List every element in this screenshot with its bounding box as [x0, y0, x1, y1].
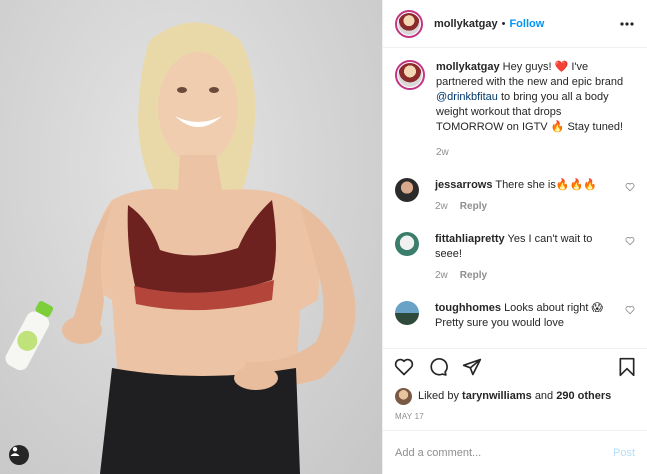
comment-text: fittahliapretty Yes I can't wait to seee…	[435, 232, 613, 262]
comment-heart-icon[interactable]	[625, 305, 635, 315]
photo-illustration	[5, 22, 356, 474]
comment-username[interactable]: fittahliapretty	[435, 233, 505, 245]
author-username[interactable]: mollykatgay	[434, 18, 498, 30]
reply-button[interactable]: Reply	[460, 201, 487, 212]
liker-avatar[interactable]	[395, 387, 412, 405]
caption-avatar[interactable]	[395, 60, 425, 90]
post-date[interactable]: MAY 17	[383, 408, 647, 430]
comments-section[interactable]: mollykatgay Hey guys! ❤️ I've partnered …	[383, 48, 647, 348]
comment-item: jessarrows There she is🔥🔥🔥 2w Reply	[395, 178, 635, 212]
caption-meta: 2w	[436, 147, 626, 158]
caption-text: mollykatgay Hey guys! ❤️ I've partnered …	[436, 60, 626, 135]
reply-button[interactable]: Reply	[460, 270, 487, 281]
caption-mention[interactable]: @drinkbfitau	[436, 91, 498, 103]
bookmark-icon[interactable]	[618, 357, 636, 377]
commenter-avatar[interactable]	[395, 301, 419, 325]
comment-age[interactable]: 2w	[435, 270, 448, 281]
follow-button[interactable]: Follow	[509, 18, 544, 30]
instagram-post: mollykatgay • Follow mollykatgay Hey guy…	[0, 0, 647, 474]
comment-item: fittahliapretty Yes I can't wait to seee…	[395, 232, 635, 281]
caption-age[interactable]: 2w	[436, 147, 449, 158]
comment-bubble-icon[interactable]	[428, 357, 448, 377]
add-comment-bar: Add a comment... Post	[383, 430, 647, 474]
comment-heart-icon[interactable]	[625, 182, 635, 192]
liker-username[interactable]: tarynwilliams	[462, 390, 532, 402]
post-caption: mollykatgay Hey guys! ❤️ I've partnered …	[395, 60, 635, 158]
comment-item: toughhomes Looks about right 😱 Pretty su…	[395, 301, 635, 331]
commenter-avatar[interactable]	[395, 232, 419, 256]
comment-username[interactable]: jessarrows	[435, 179, 492, 191]
more-horizontal-icon[interactable]	[617, 14, 637, 34]
comment-age[interactable]: 2w	[435, 201, 448, 212]
post-details: mollykatgay • Follow mollykatgay Hey guy…	[382, 0, 647, 474]
header-separator: •	[501, 17, 506, 30]
comment-text: toughhomes Looks about right 😱 Pretty su…	[435, 301, 613, 331]
author-avatar[interactable]	[395, 9, 423, 38]
paper-plane-icon[interactable]	[462, 357, 482, 377]
comment-meta: 2w Reply	[435, 270, 613, 281]
post-photo[interactable]	[0, 0, 382, 474]
action-bar	[383, 348, 647, 384]
comment-body: There she is🔥🔥🔥	[495, 179, 597, 191]
comment-username[interactable]: toughhomes	[435, 302, 501, 314]
post-comment-button[interactable]: Post	[613, 447, 635, 459]
heart-icon[interactable]	[394, 357, 414, 377]
commenter-avatar[interactable]	[395, 178, 419, 202]
comment-text: jessarrows There she is🔥🔥🔥	[435, 178, 613, 193]
post-header: mollykatgay • Follow	[383, 0, 647, 48]
likes-prefix: Liked by	[418, 390, 459, 402]
caption-username[interactable]: mollykatgay	[436, 61, 500, 73]
likes-others[interactable]: 290 others	[556, 390, 611, 402]
likes-summary: Liked by tarynwilliams and 290 others	[383, 384, 647, 408]
likes-middle: and	[534, 390, 554, 402]
comment-heart-icon[interactable]	[625, 236, 635, 246]
user-tag-icon[interactable]	[9, 445, 29, 465]
add-comment-input[interactable]: Add a comment...	[395, 447, 481, 459]
comment-meta: 2w Reply	[435, 201, 613, 212]
